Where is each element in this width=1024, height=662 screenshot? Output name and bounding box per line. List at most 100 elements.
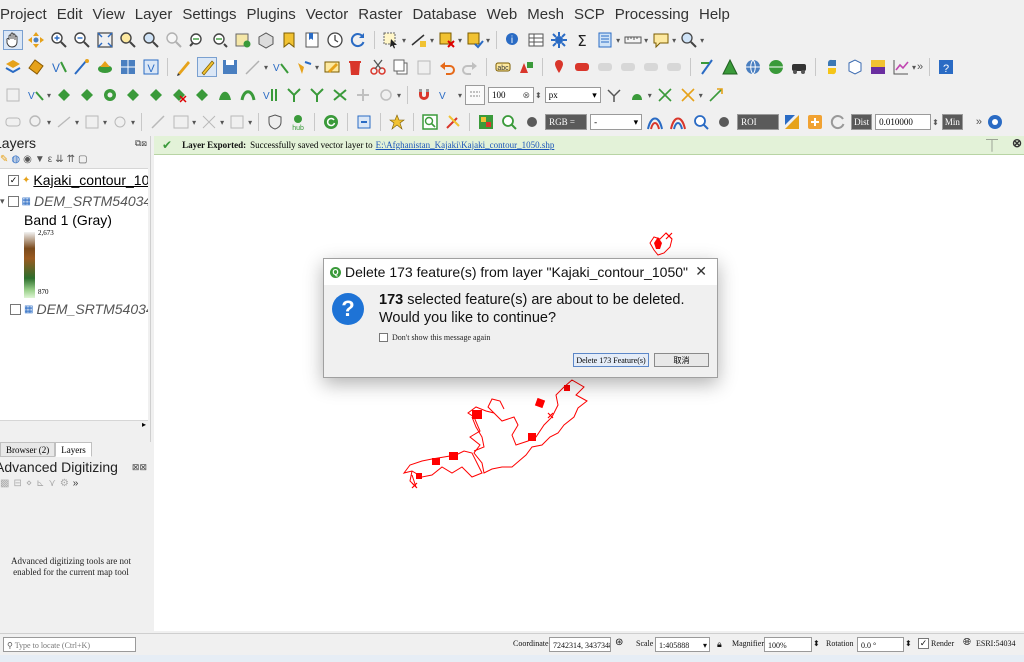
- select-features-icon[interactable]: [381, 30, 401, 50]
- new-map-view-icon[interactable]: [233, 30, 253, 50]
- spin-arrows-icon[interactable]: ⬍: [932, 118, 939, 127]
- menu-project[interactable]: Project: [0, 4, 52, 26]
- delete-features-button[interactable]: Delete 173 Feature(s): [573, 353, 649, 367]
- snapping-vertex-icon[interactable]: V: [437, 85, 457, 105]
- topological-editing-icon[interactable]: [604, 85, 624, 105]
- panel-float-close-icon[interactable]: ⊠⊠: [132, 462, 147, 473]
- attribute-edit-pencil-icon[interactable]: [322, 57, 342, 77]
- vertex-editor-icon[interactable]: V: [26, 85, 46, 105]
- snapping-mode-icon[interactable]: [465, 85, 486, 105]
- chevron-down-icon[interactable]: ▾: [103, 118, 107, 127]
- cut-features-icon[interactable]: [368, 57, 388, 77]
- magnifier-input[interactable]: 100%: [764, 637, 812, 652]
- layer-item-dem-1[interactable]: ▾ ▦ DEM_SRTM54034_Kaj: [0, 193, 148, 209]
- menu-view[interactable]: View: [88, 4, 130, 26]
- expand-all-icon[interactable]: ⇊: [55, 154, 63, 165]
- scp-input-image-icon[interactable]: [476, 112, 496, 132]
- close-icon[interactable]: ✕: [695, 263, 707, 280]
- layer-visibility-checkbox[interactable]: [7, 195, 19, 207]
- cancel-button[interactable]: 取消: [654, 353, 709, 367]
- rotate-symbols-icon[interactable]: [330, 85, 350, 105]
- filter-legend-icon[interactable]: ▼: [35, 154, 45, 165]
- globe-icon[interactable]: 🌐︎: [963, 637, 971, 648]
- zoom-to-selection-icon[interactable]: [118, 30, 138, 50]
- help-icon[interactable]: ?: [936, 57, 956, 77]
- style-manager-icon[interactable]: ✎: [0, 154, 8, 165]
- horizontal-scrollbar[interactable]: ▸: [0, 420, 148, 431]
- scp-zoom-roi-icon[interactable]: [691, 112, 711, 132]
- more-chevron-icon[interactable]: »: [976, 116, 982, 128]
- chevron-down-icon[interactable]: ▾: [47, 118, 51, 127]
- scroll-right-icon[interactable]: ▸: [142, 420, 146, 429]
- menu-web[interactable]: Web: [482, 4, 523, 26]
- chevron-down-icon[interactable]: ▾: [192, 118, 196, 127]
- show-hide-labels-icon[interactable]: [664, 57, 684, 77]
- open-field-calculator-icon[interactable]: [595, 30, 615, 50]
- tracing-offset-icon[interactable]: [706, 85, 726, 105]
- panel-float-close-icon[interactable]: ⧉⊠: [135, 138, 147, 149]
- digitize-shape-icon[interactable]: [3, 85, 23, 105]
- offset-symbols-icon[interactable]: [353, 85, 373, 105]
- scp-roi-dot-icon[interactable]: [714, 112, 734, 132]
- move-label-icon[interactable]: [595, 57, 615, 77]
- spatial-bookmark-icon[interactable]: [279, 30, 299, 50]
- data-source-manager-icon[interactable]: [3, 57, 23, 77]
- spin-arrows-icon[interactable]: ⬍: [535, 91, 542, 100]
- globe-web-icon[interactable]: [766, 57, 786, 77]
- refresh-icon[interactable]: [348, 30, 368, 50]
- show-bookmarks-icon[interactable]: [302, 30, 322, 50]
- zoom-out-icon[interactable]: [72, 30, 92, 50]
- chevron-down-icon[interactable]: ▾: [644, 36, 648, 45]
- menu-vector[interactable]: Vector: [301, 4, 354, 26]
- vertex-tool-icon[interactable]: V: [271, 57, 291, 77]
- modify-attributes-icon[interactable]: [294, 57, 314, 77]
- chevron-down-icon[interactable]: ▾: [616, 36, 620, 45]
- select-by-value-icon[interactable]: [409, 30, 429, 50]
- scp-spectral-icon[interactable]: [645, 112, 665, 132]
- chevron-down-icon[interactable]: ▾: [131, 118, 135, 127]
- locator-search-input[interactable]: ⚲ Type to locate (Ctrl+K): [3, 637, 136, 652]
- snap-intersection-icon[interactable]: [655, 85, 675, 105]
- layer-visibility-checkbox[interactable]: ✓: [8, 174, 19, 186]
- attribute-table-icon[interactable]: [526, 30, 546, 50]
- refresh-scp-icon[interactable]: [321, 112, 341, 132]
- toggle-editing-icon[interactable]: [197, 57, 217, 77]
- layout-icon[interactable]: [82, 112, 102, 132]
- edit-grid-icon[interactable]: [148, 112, 168, 132]
- identify-features-icon[interactable]: i: [503, 30, 523, 50]
- raster-calc-icon[interactable]: [171, 112, 191, 132]
- dont-show-again-row[interactable]: Don't show this message again: [379, 333, 490, 342]
- chevron-down-icon[interactable]: ▾: [458, 36, 462, 45]
- layer-item-kajaki-contour[interactable]: ✓ ✦ Kajaki_contour_1050: [8, 172, 148, 188]
- deselect-features-icon[interactable]: [437, 30, 457, 50]
- chevron-down-icon[interactable]: ▾: [220, 118, 224, 127]
- chevron-down-icon[interactable]: ▾: [248, 118, 252, 127]
- merge-grid-icon[interactable]: [199, 112, 219, 132]
- layer-styling-icon[interactable]: [516, 57, 536, 77]
- rotation-input[interactable]: 0.0 °: [857, 637, 904, 652]
- menu-layer[interactable]: Layer: [130, 4, 178, 26]
- menu-edit[interactable]: Edit: [52, 4, 88, 26]
- clear-icon[interactable]: ⊗: [523, 87, 531, 103]
- add-group-icon[interactable]: ◍: [11, 154, 20, 165]
- snapping-tolerance-input[interactable]: 100 ⊗: [488, 87, 535, 103]
- current-edits-icon[interactable]: [174, 57, 194, 77]
- chevron-down-icon[interactable]: ▾: [912, 63, 916, 72]
- pan-to-selection-icon[interactable]: [26, 30, 46, 50]
- message-close-icon[interactable]: ⊗: [1012, 136, 1022, 151]
- menu-processing[interactable]: Processing: [610, 4, 694, 26]
- layer-visibility-checkbox[interactable]: [10, 303, 21, 315]
- add-virtual-layer-icon[interactable]: V: [141, 57, 161, 77]
- chevron-down-icon[interactable]: ▾: [75, 118, 79, 127]
- zoom-next-icon[interactable]: [210, 30, 230, 50]
- snapping-icon[interactable]: [697, 57, 717, 77]
- more-chevron-icon[interactable]: »: [917, 61, 923, 73]
- menu-plugins[interactable]: Plugins: [242, 4, 301, 26]
- add-raster-layer-icon[interactable]: [118, 57, 138, 77]
- lock-scale-icon[interactable]: 🔒︎: [717, 639, 722, 650]
- filter-expression-icon[interactable]: ε: [48, 154, 52, 165]
- georeferencer-icon[interactable]: [354, 112, 374, 132]
- zoom-full-icon[interactable]: [95, 30, 115, 50]
- scp-redo-roi-icon[interactable]: [828, 112, 848, 132]
- floater-icon[interactable]: ⋎: [49, 478, 56, 489]
